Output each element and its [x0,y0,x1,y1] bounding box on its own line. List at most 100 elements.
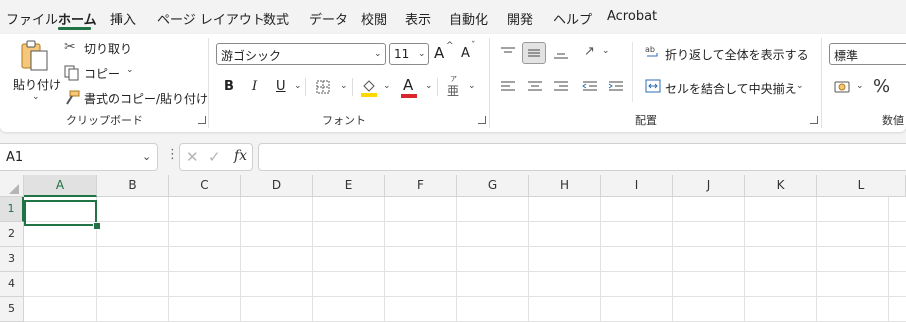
increase-font-icon: A [434,44,445,62]
column-header-k[interactable]: K [745,175,817,197]
down-caret-icon: ˇ [471,41,476,51]
borders-dropdown-icon[interactable]: ⌄ [340,81,348,91]
tab-home[interactable]: ホーム [58,9,97,28]
format-painter-icon [66,90,80,105]
fill-handle[interactable] [93,222,101,230]
cancel-icon[interactable]: ✕ [186,148,199,166]
underline-dropdown-icon[interactable]: ⌄ [294,81,302,91]
column-header-j[interactable]: J [673,175,745,197]
gridline [600,197,601,322]
font-group-label: フォント [322,114,366,127]
chevron-down-icon: ⌄ [374,49,382,59]
paste-button[interactable]: 貼り付け ⌄ [10,38,61,102]
row-header-2[interactable]: 2 [0,222,24,247]
underline-button[interactable]: U [276,79,286,94]
tab-formulas[interactable]: 数式 [263,9,289,28]
wrap-text-label: 折り返して全体を表示する [665,48,809,62]
decrease-indent-icon[interactable] [582,80,598,94]
active-cell[interactable] [24,200,97,226]
tab-review[interactable]: 校閲 [361,9,387,28]
number-format-select[interactable]: 標準 [829,43,906,65]
column-header-i[interactable]: I [601,175,673,197]
tab-acrobat[interactable]: Acrobat [607,9,657,24]
column-header-c[interactable]: C [169,175,241,197]
column-header-e[interactable]: E [313,175,385,197]
bold-button[interactable]: B [224,79,234,94]
alignment-launcher-icon[interactable] [810,116,818,124]
gridline [24,271,906,272]
enter-icon[interactable]: ✓ [208,148,221,166]
clipboard-group-label: クリップボード [66,114,143,127]
align-middle-icon [528,49,540,57]
align-center-icon[interactable] [527,80,543,94]
tab-page-layout[interactable]: ページ レイアウト [157,9,265,28]
tab-file[interactable]: ファイル [6,9,58,28]
increase-indent-icon[interactable] [608,80,624,94]
fill-color-dropdown-icon[interactable]: ⌄ [383,81,391,91]
orientation-dropdown-icon[interactable]: ⌄ [602,46,610,56]
copy-dropdown-icon[interactable]: ⌄ [126,65,134,75]
paste-dropdown-icon[interactable]: ⌄ [32,92,40,102]
phonetic-icon: 亜 [447,84,460,98]
row-header-3[interactable]: 3 [0,247,24,272]
decrease-font-icon: A [461,46,470,61]
paste-icon [21,40,48,71]
column-header-l[interactable]: L [817,175,906,197]
orientation-icon[interactable]: ↗ [584,44,595,59]
tab-insert[interactable]: 挿入 [110,9,136,28]
gridline [312,197,313,322]
align-bottom-icon[interactable] [553,46,569,60]
font-launcher-icon[interactable] [478,116,486,124]
fill-color-icon[interactable] [360,77,378,97]
align-top-icon[interactable] [500,46,516,60]
select-all-button[interactable] [0,175,24,197]
align-left-icon[interactable] [500,80,516,94]
gridline [528,197,529,322]
row-header-5[interactable]: 5 [0,297,24,322]
italic-button[interactable]: I [252,79,257,94]
merge-center-dropdown-icon[interactable]: ⌄ [796,81,804,91]
column-header-d[interactable]: D [241,175,313,197]
chevron-down-icon: ⌄ [418,49,426,59]
column-header-g[interactable]: G [457,175,529,197]
tab-data[interactable]: データ [309,9,348,28]
formula-bar-more-icon[interactable]: ⋮ [166,147,179,162]
accounting-dropdown-icon[interactable]: ⌄ [856,81,864,91]
tab-help[interactable]: ヘルプ [553,9,592,28]
tab-view[interactable]: 表示 [405,9,431,28]
font-color-dropdown-icon[interactable]: ⌄ [425,81,433,91]
font-size-select[interactable]: 11 ⌄ [389,43,429,65]
ribbon-separator [437,78,438,96]
ribbon: 貼り付け ⌄ ✂ 切り取り コピー ⌄ 書式のコピー/貼り付け クリップボード [0,34,906,132]
column-header-b[interactable]: B [97,175,169,197]
ribbon-tabs: ファイル ホーム 挿入 ページ レイアウト 数式 データ 校閲 表示 自動化 開… [0,0,906,34]
formula-controls: ✕ ✓ fx [179,143,253,171]
font-name-select[interactable]: 游ゴシック ⌄ [216,43,386,65]
ribbon-separator [352,78,353,96]
borders-icon[interactable] [316,80,331,95]
column-header-f[interactable]: F [385,175,457,197]
ribbon-separator [208,38,209,128]
gridline [24,246,906,247]
percent-style-button[interactable]: % [873,76,890,97]
chevron-down-icon[interactable]: ⌄ [142,150,151,163]
insert-function-button[interactable]: fx [234,148,247,164]
row-header-4[interactable]: 4 [0,272,24,297]
format-painter-label: 書式のコピー/貼り付け [84,92,209,106]
align-middle-button[interactable] [522,42,546,64]
name-box[interactable]: A1 ⌄ [0,143,158,171]
column-header-a[interactable]: A [24,175,97,197]
row-header-1[interactable]: 1 [0,197,24,222]
accounting-format-icon[interactable] [834,80,852,94]
merge-center-icon [645,79,661,93]
scissors-icon: ✂ [64,39,76,55]
align-right-icon[interactable] [553,80,569,94]
tab-developer[interactable]: 開発 [507,9,533,28]
clipboard-launcher-icon[interactable] [198,116,206,124]
phonetic-dropdown-icon[interactable]: ⌄ [468,81,476,91]
formula-input[interactable] [258,143,906,171]
tab-automate[interactable]: 自動化 [449,9,488,28]
column-header-h[interactable]: H [529,175,601,197]
font-size-value: 11 [394,47,410,61]
worksheet-grid[interactable]: A B C D E F G H I J K L 1 2 3 4 5 [0,175,906,322]
